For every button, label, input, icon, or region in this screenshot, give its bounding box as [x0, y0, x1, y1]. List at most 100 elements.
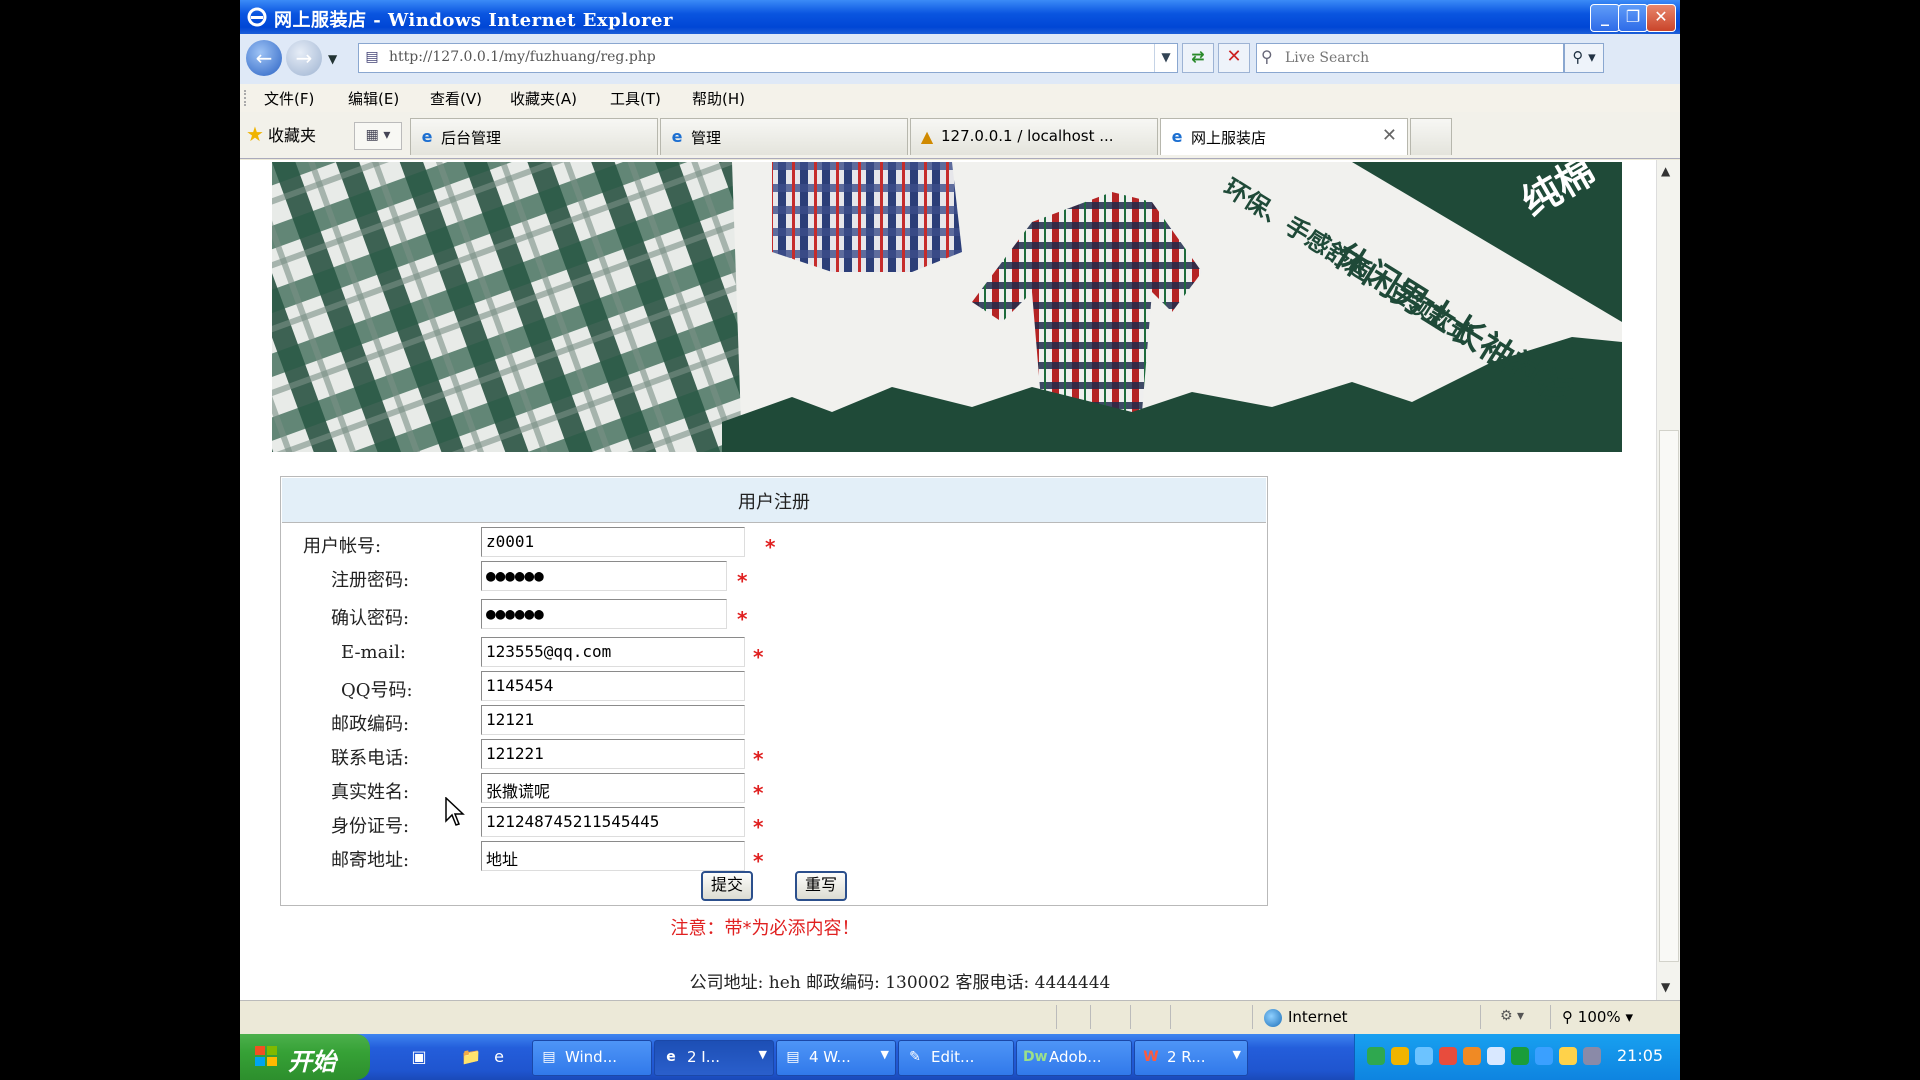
search-input[interactable]: [1283, 47, 1557, 69]
security-zone[interactable]: Internet: [1264, 1008, 1348, 1027]
account-input[interactable]: z0001: [481, 527, 745, 557]
tab-label: 后台管理: [441, 129, 502, 147]
menu-edit[interactable]: 编辑(E): [348, 88, 399, 109]
taskbar-button-editor[interactable]: ✎ Edit...: [898, 1040, 1014, 1076]
field-value: z0001: [486, 532, 535, 551]
zoom-dropdown-icon: ▾: [1625, 1008, 1633, 1026]
menu-help[interactable]: 帮助(H): [692, 88, 745, 109]
explorer-icon[interactable]: 📁: [458, 1044, 484, 1070]
protected-mode-icon[interactable]: ⚙ ▾: [1500, 1008, 1524, 1024]
password-input[interactable]: ●●●●●●: [481, 561, 727, 591]
tray-app-icon[interactable]: [1367, 1047, 1385, 1065]
tray-ie-icon[interactable]: [1535, 1047, 1553, 1065]
tab-shop[interactable]: e 网上服装店 ✕: [1160, 118, 1408, 155]
forward-arrow-icon: →: [295, 46, 313, 70]
search-box[interactable]: ⚲: [1256, 43, 1564, 73]
taskbar-label: 4 W...: [809, 1048, 851, 1066]
reset-button[interactable]: 重写: [795, 871, 847, 901]
menu-tools[interactable]: 工具(T): [610, 88, 661, 109]
field-value: 地址: [486, 850, 519, 869]
menu-view[interactable]: 查看(V): [430, 88, 482, 109]
tab-phpmyadmin[interactable]: ▲ 127.0.0.1 / localhost ...: [910, 118, 1158, 155]
required-mark: *: [765, 535, 776, 559]
favorites-button[interactable]: ★ 收藏夹: [246, 122, 316, 146]
address-url[interactable]: http://127.0.0.1/my/fuzhuang/reg.php: [389, 49, 656, 65]
title-bar[interactable]: 网上服装店 - Windows Internet Explorer — _ ❐ …: [240, 0, 1680, 34]
field-value: 123555@qq.com: [486, 642, 612, 661]
realname-input[interactable]: 张撒谎呢: [481, 773, 745, 803]
search-icon: ⚲: [1261, 47, 1273, 66]
history-dropdown-icon[interactable]: ▼: [328, 52, 337, 66]
group-dropdown-icon: ▼: [1232, 1048, 1241, 1061]
taskbar-label: Adob...: [1049, 1048, 1102, 1066]
forward-button[interactable]: →: [286, 40, 322, 76]
address-input[interactable]: 地址: [481, 841, 745, 871]
favorites-label: 收藏夹: [267, 126, 316, 145]
tray-volume-icon[interactable]: [1583, 1047, 1601, 1065]
window-title: 网上服装店 - Windows Internet Explorer: [274, 10, 673, 31]
tray-app-icon[interactable]: [1415, 1047, 1433, 1065]
phone-input[interactable]: 121221: [481, 739, 745, 769]
tray-qq-icon[interactable]: [1463, 1047, 1481, 1065]
form-row-postcode: 邮政编码: 12121: [281, 705, 1261, 735]
tray-shield-icon[interactable]: [1559, 1047, 1577, 1065]
taskbar-label: Wind...: [565, 1048, 618, 1066]
tray-cloud-icon[interactable]: [1487, 1047, 1505, 1065]
search-go-button[interactable]: ⚲ ▾: [1564, 43, 1604, 73]
field-label: QQ号码:: [341, 680, 413, 701]
word-icon: W: [1143, 1049, 1159, 1065]
new-tab-button[interactable]: [1410, 118, 1452, 155]
minimize-button-2[interactable]: _: [1590, 4, 1620, 32]
restore-button[interactable]: ❐: [1618, 4, 1648, 32]
taskbar-button-windows[interactable]: ▤ Wind...: [532, 1040, 652, 1076]
taskbar-button-folders[interactable]: ▤ 4 W... ▼: [776, 1040, 896, 1076]
taskbar-clock: 21:05: [1617, 1046, 1664, 1065]
idcard-input[interactable]: 121248745211545445: [481, 807, 745, 837]
tray-qq-icon[interactable]: [1439, 1047, 1457, 1065]
start-label: 开始: [288, 1048, 336, 1076]
field-value: 12121: [486, 710, 535, 729]
taskbar-button-dreamweaver[interactable]: Dw Adob...: [1016, 1040, 1132, 1076]
star-icon: ★: [246, 122, 264, 146]
show-desktop-icon[interactable]: ▣: [406, 1044, 432, 1070]
submit-button[interactable]: 提交: [701, 871, 753, 901]
qq-input[interactable]: 1145454: [481, 671, 745, 701]
vertical-scrollbar[interactable]: ▲ ▼: [1656, 160, 1680, 1000]
ie-quicklaunch-icon[interactable]: e: [486, 1044, 512, 1070]
scroll-up-icon[interactable]: ▲: [1661, 164, 1670, 178]
registration-form: 用户注册 用户帐号: z0001 * 注册密码: ●●●●●● * 确认密码: …: [280, 476, 1268, 906]
address-bar[interactable]: ▤ http://127.0.0.1/my/fuzhuang/reg.php ▼: [358, 43, 1178, 73]
scroll-thumb[interactable]: [1659, 430, 1679, 962]
tab-manage[interactable]: e 管理: [660, 118, 908, 155]
ie-icon: e: [666, 1049, 676, 1065]
required-note: 注意：带*为必添内容！: [670, 918, 860, 939]
form-row-password: 注册密码: ●●●●●● *: [281, 561, 1261, 593]
taskbar-button-ie[interactable]: e 2 I... ▼: [654, 1040, 774, 1076]
stop-button[interactable]: ✕: [1218, 43, 1250, 73]
tab-admin[interactable]: e 后台管理: [410, 118, 658, 155]
zoom-control[interactable]: ⚲ 100% ▾: [1562, 1008, 1633, 1026]
field-label: 真实姓名:: [331, 782, 410, 803]
page-viewport: 休闲男士长袖衬衫 环保、手感舒适、立领款式 纯棉 用户注册 用户帐号: z000…: [240, 160, 1656, 1000]
back-button[interactable]: ←: [246, 40, 282, 76]
form-title: 用户注册: [738, 492, 810, 513]
email-input[interactable]: 123555@qq.com: [481, 637, 745, 667]
taskbar-button-word[interactable]: W 2 R... ▼: [1134, 1040, 1248, 1076]
banner-image: 休闲男士长袖衬衫 环保、手感舒适、立领款式 纯棉: [272, 162, 1622, 452]
refresh-button[interactable]: ⇄: [1182, 43, 1214, 73]
tray-app-icon[interactable]: [1391, 1047, 1409, 1065]
tray-app-icon[interactable]: [1511, 1047, 1529, 1065]
address-dropdown-icon[interactable]: ▼: [1154, 44, 1177, 72]
quick-tabs-button[interactable]: ▦ ▾: [354, 122, 402, 150]
menu-file[interactable]: 文件(F): [264, 88, 314, 109]
close-window-button[interactable]: ✕: [1646, 4, 1676, 32]
scroll-down-icon[interactable]: ▼: [1661, 980, 1670, 994]
field-value: 121248745211545445: [486, 812, 660, 831]
menu-favorites[interactable]: 收藏夹(A): [510, 88, 577, 109]
confirm-password-input[interactable]: ●●●●●●: [481, 599, 727, 629]
system-tray: 21:05: [1354, 1034, 1680, 1080]
postcode-input[interactable]: 12121: [481, 705, 745, 735]
banner-graphic: 休闲男士长袖衬衫 环保、手感舒适、立领款式 纯棉: [272, 162, 1622, 452]
close-tab-icon[interactable]: ✕: [1382, 125, 1397, 146]
start-button[interactable]: 开始: [240, 1034, 370, 1080]
